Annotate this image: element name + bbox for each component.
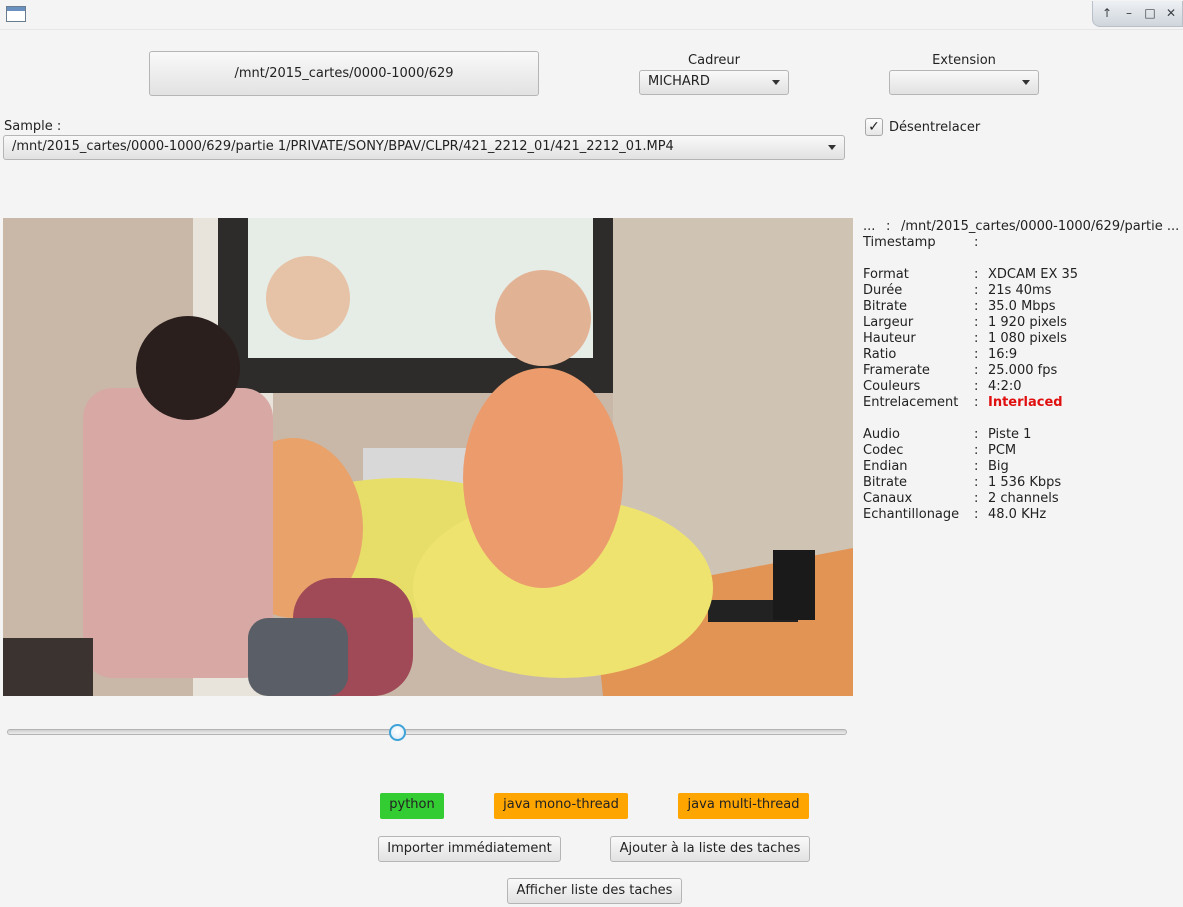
info-sep: : (974, 283, 979, 298)
window-titlebar (0, 0, 1183, 30)
info-sep: : (974, 443, 979, 458)
python-button[interactable]: python (380, 793, 444, 819)
show-task-list-button[interactable]: Afficher liste des taches (507, 878, 682, 904)
info-value: 4:2:0 (988, 379, 1022, 394)
deinterlace-label: Désentrelacer (889, 120, 981, 135)
info-key: Bitrate (863, 299, 908, 314)
info-sep: : (974, 299, 979, 314)
info-key: Codec (863, 443, 904, 458)
info-header-value: /mnt/2015_cartes/0000-1000/629/partie ..… (901, 219, 1180, 234)
info-value: 1 920 pixels (988, 315, 1067, 330)
info-sep: : (886, 219, 891, 234)
info-value: XDCAM EX 35 (988, 267, 1079, 282)
info-sep: : (974, 347, 979, 362)
maximize-icon[interactable]: □ (1141, 4, 1159, 22)
info-key: Format (863, 267, 909, 282)
info-sep: : (974, 379, 979, 394)
info-sep: : (974, 507, 979, 522)
window-controls: ↑ – □ ✕ (1092, 1, 1183, 27)
checkmark-icon: ✓ (868, 119, 880, 135)
info-value: 1 080 pixels (988, 331, 1067, 346)
info-sep: : (974, 267, 979, 282)
info-value: 2 channels (988, 491, 1059, 506)
cadreur-label: Cadreur (688, 53, 740, 68)
info-key: Ratio (863, 347, 897, 362)
java-multi-thread-button[interactable]: java multi-thread (678, 793, 809, 819)
video-frame-image (3, 218, 853, 696)
minimize-icon[interactable]: – (1120, 4, 1138, 22)
info-key: Durée (863, 283, 903, 298)
info-header-key: ... (863, 219, 876, 234)
info-value: 1 536 Kbps (988, 475, 1062, 490)
info-sep: : (974, 363, 979, 378)
info-value: PCM (988, 443, 1017, 458)
info-key: Bitrate (863, 475, 908, 490)
cadreur-value: MICHARD (648, 74, 710, 89)
timeline-slider[interactable] (7, 729, 847, 735)
cadreur-select[interactable]: MICHARD (639, 70, 789, 95)
import-now-button[interactable]: Importer immédiatement (378, 836, 561, 862)
deinterlace-checkbox[interactable]: ✓ (865, 118, 883, 136)
extension-select[interactable] (889, 70, 1039, 95)
folder-button[interactable]: /mnt/2015_cartes/0000-1000/629 (149, 51, 539, 96)
info-value: Piste 1 (988, 427, 1032, 442)
info-key: Timestamp (863, 235, 936, 250)
info-value: 25.000 fps (988, 363, 1058, 378)
info-value: 21s 40ms (988, 283, 1052, 298)
info-sep: : (974, 395, 979, 410)
info-sep: : (974, 475, 979, 490)
close-icon[interactable]: ✕ (1162, 4, 1180, 22)
info-value: 16:9 (988, 347, 1018, 362)
info-key: Largeur (863, 315, 914, 330)
info-key: Couleurs (863, 379, 921, 394)
info-header-row: ... : /mnt/2015_cartes/0000-1000/629/par… (863, 219, 1183, 235)
info-key: Entrelacement (863, 395, 959, 410)
info-value: Big (988, 459, 1009, 474)
sample-select[interactable]: /mnt/2015_cartes/0000-1000/629/partie 1/… (3, 135, 845, 160)
video-preview (3, 218, 853, 696)
window-app-icon (6, 6, 26, 22)
info-sep: : (974, 315, 979, 330)
info-value: 35.0 Mbps (988, 299, 1056, 314)
extension-label: Extension (932, 53, 996, 68)
info-sep: : (974, 491, 979, 506)
java-mono-thread-button[interactable]: java mono-thread (494, 793, 628, 819)
add-to-task-list-button[interactable]: Ajouter à la liste des taches (610, 836, 810, 862)
timeline-slider-thumb[interactable] (389, 724, 407, 741)
info-key: Echantillonage (863, 507, 960, 522)
chevron-down-icon (1022, 80, 1030, 85)
info-key: Canaux (863, 491, 913, 506)
sample-value: /mnt/2015_cartes/0000-1000/629/partie 1/… (12, 139, 674, 154)
info-key: Framerate (863, 363, 930, 378)
raise-icon[interactable]: ↑ (1098, 4, 1116, 22)
info-key: Endian (863, 459, 908, 474)
info-key: Audio (863, 427, 900, 442)
info-sep: : (974, 235, 979, 250)
info-value: 48.0 KHz (988, 507, 1047, 522)
info-sep: : (974, 331, 979, 346)
info-sep: : (974, 459, 979, 474)
info-key: Hauteur (863, 331, 916, 346)
chevron-down-icon (828, 145, 836, 150)
chevron-down-icon (772, 80, 780, 85)
interlace-status: Interlaced (988, 395, 1063, 410)
sample-label: Sample : (4, 119, 62, 134)
info-sep: : (974, 427, 979, 442)
